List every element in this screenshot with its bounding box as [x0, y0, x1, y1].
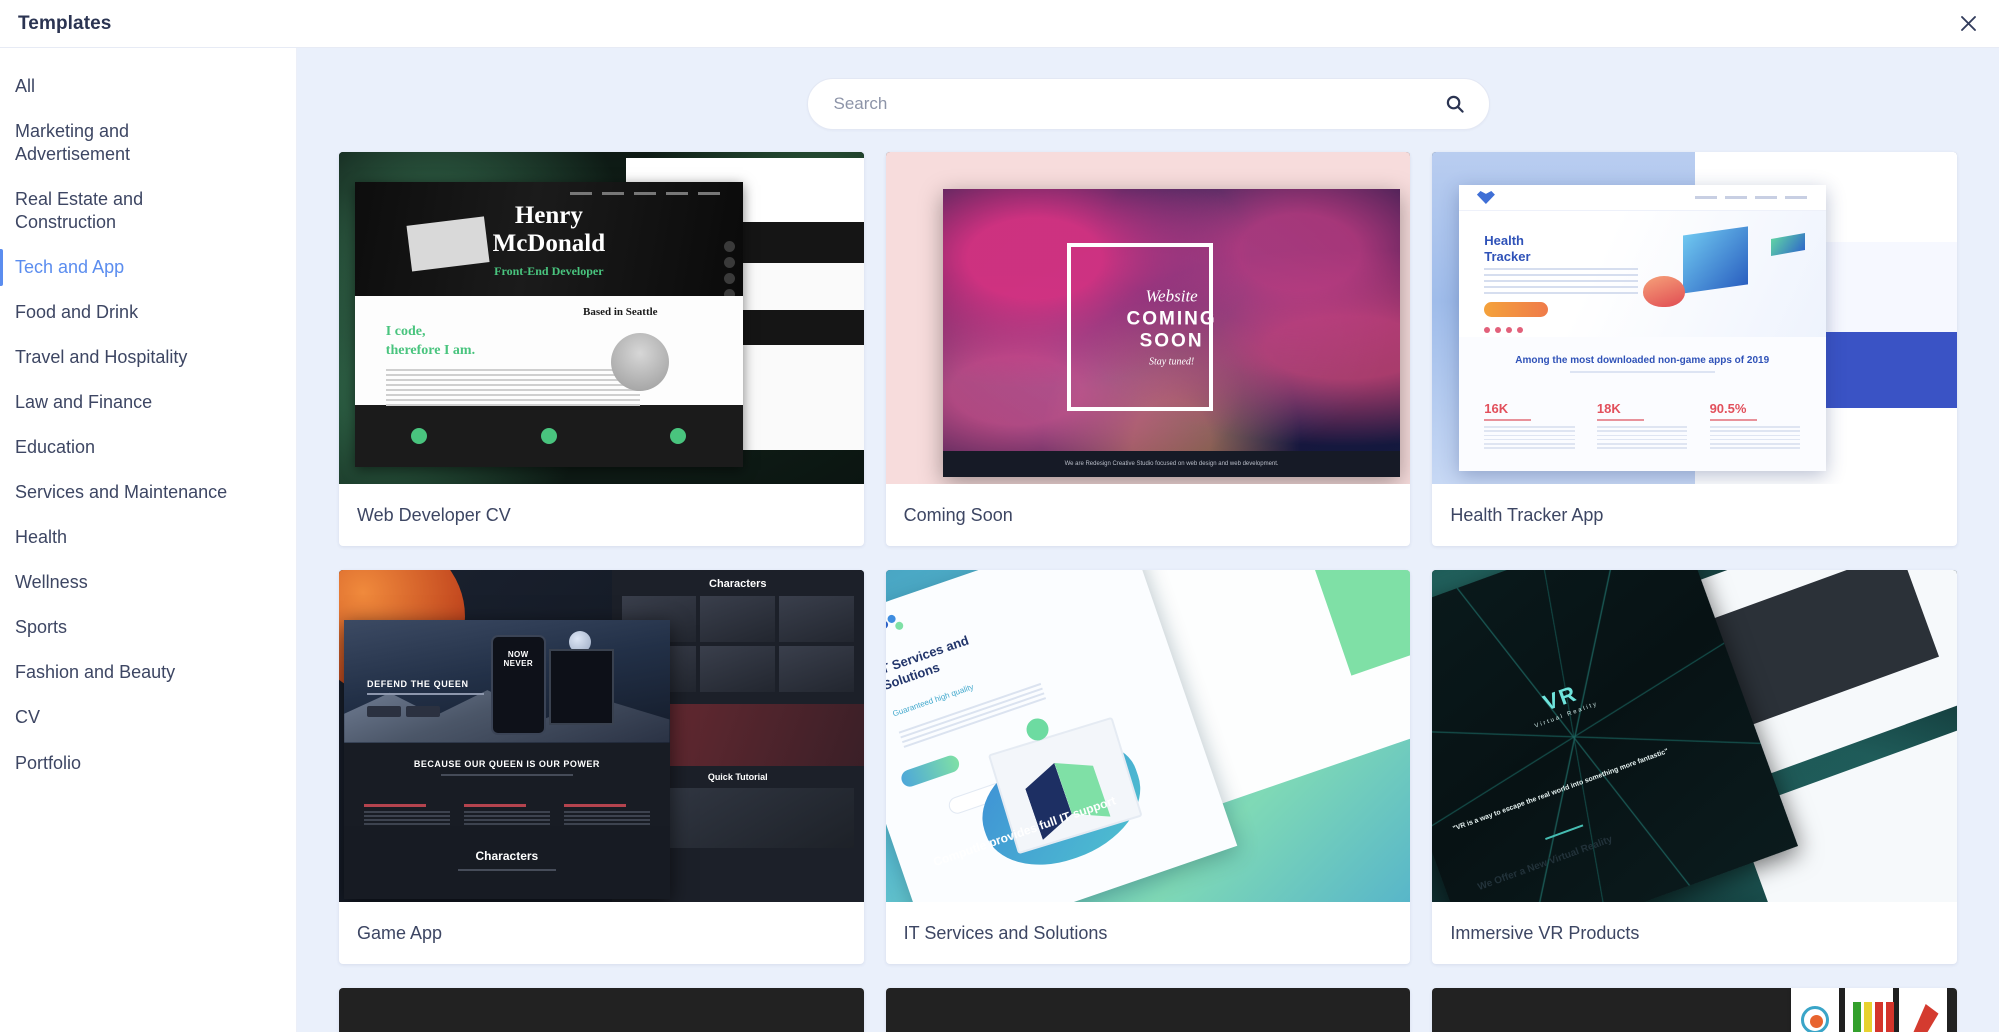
template-thumbnail: IT Services and Solutions Guaranteed high… [885, 570, 1411, 902]
templates-content: Henry McDonald Front-End Developer I cod… [297, 48, 1999, 1032]
template-card[interactable]: Health Tracker Among the most downloaded … [1432, 152, 1957, 546]
sidebar-item-sports[interactable]: Sports [0, 605, 296, 650]
template-thumbnail: Health Tracker Among the most downloaded … [1432, 152, 1957, 484]
sidebar-item-marketing-and-advertisement[interactable]: Marketing and Advertisement [0, 109, 296, 177]
template-thumbnail [1432, 988, 1957, 1032]
template-thumbnail: VR Virtual Reality "VR is a way to escape… [1432, 570, 1957, 902]
template-card[interactable]: IT Services and Solutions Guaranteed high… [885, 570, 1411, 964]
sidebar-item-label: Law and Finance [15, 392, 153, 413]
modal-titlebar: Templates [0, 0, 1999, 48]
sidebar-item-health[interactable]: Health [0, 515, 296, 560]
template-card[interactable]: Henry McDonald Front-End Developer I cod… [339, 152, 864, 546]
template-title: Immersive VR Products [1450, 922, 1640, 943]
page-title: Templates [18, 12, 112, 34]
template-title: IT Services and Solutions [903, 922, 1108, 943]
template-card[interactable]: VR Virtual Reality "VR is a way to escape… [1432, 570, 1957, 964]
sidebar-item-label: Fashion and Beauty [15, 662, 176, 683]
sidebar-item-fashion-and-beauty[interactable]: Fashion and Beauty [0, 650, 296, 695]
template-thumbnail [339, 988, 864, 1032]
sidebar-item-real-estate-and-construction[interactable]: Real Estate and Construction [0, 177, 296, 245]
sidebar-item-label: Portfolio [15, 752, 82, 773]
search-icon[interactable] [1445, 94, 1465, 114]
sidebar-item-portfolio[interactable]: Portfolio [0, 741, 296, 786]
template-thumbnail: Henry McDonald Front-End Developer I cod… [339, 152, 864, 484]
sidebar-item-label: Real Estate and Construction [15, 189, 144, 233]
sidebar-item-label: Health [15, 527, 68, 548]
template-card[interactable] [1432, 988, 1957, 1032]
category-sidebar: All Marketing and Advertisement Real Estat… [0, 48, 297, 1032]
sidebar-item-tech-and-app[interactable]: Tech and App [0, 245, 296, 290]
sidebar-item-label: Travel and Hospitality [15, 347, 188, 368]
sidebar-item-label: Education [15, 437, 96, 458]
sidebar-item-wellness[interactable]: Wellness [0, 560, 296, 605]
template-card[interactable]: Website COMING SOON Stay tuned! We are R… [885, 152, 1411, 546]
sidebar-item-education[interactable]: Education [0, 425, 296, 470]
templates-grid: Henry McDonald Front-End Developer I cod… [297, 152, 1999, 1032]
sidebar-item-label: All [15, 76, 36, 96]
sidebar-item-cv[interactable]: CV [0, 695, 296, 740]
template-thumbnail [885, 988, 1411, 1032]
close-icon[interactable] [1951, 7, 1985, 41]
template-title: Coming Soon [903, 504, 1013, 525]
sidebar-item-label: Tech and App [15, 257, 125, 278]
sidebar-item-services-and-maintenance[interactable]: Services and Maintenance [0, 470, 296, 515]
template-title: Health Tracker App [1450, 504, 1604, 525]
sidebar-item-all[interactable]: All [0, 64, 296, 109]
sidebar-item-label: CV [15, 707, 41, 728]
search-input[interactable] [833, 94, 1445, 114]
template-card[interactable] [339, 988, 864, 1032]
search-box[interactable] [806, 78, 1490, 130]
sidebar-item-label: Sports [15, 617, 68, 638]
sidebar-item-law-and-finance[interactable]: Law and Finance [0, 380, 296, 425]
template-title: Web Developer CV [357, 504, 511, 525]
templates-modal: Templates All Marketing and Advertisement… [0, 0, 1999, 1032]
template-thumbnail: Website COMING SOON Stay tuned! We are R… [885, 152, 1411, 484]
search-row [297, 48, 1999, 152]
sidebar-item-label: Wellness [15, 572, 88, 593]
template-card[interactable] [885, 988, 1411, 1032]
template-card[interactable]: Characters Quick Tutorial DEFEND THE QUE… [339, 570, 864, 964]
sidebar-item-label: Services and Maintenance [15, 482, 228, 503]
template-title: Game App [357, 922, 443, 943]
template-thumbnail: Characters Quick Tutorial DEFEND THE QUE… [339, 570, 864, 902]
sidebar-item-travel-and-hospitality[interactable]: Travel and Hospitality [0, 335, 296, 380]
sidebar-item-food-and-drink[interactable]: Food and Drink [0, 290, 296, 335]
sidebar-item-label: Marketing and Advertisement [15, 121, 131, 165]
sidebar-item-label: Food and Drink [15, 302, 139, 323]
